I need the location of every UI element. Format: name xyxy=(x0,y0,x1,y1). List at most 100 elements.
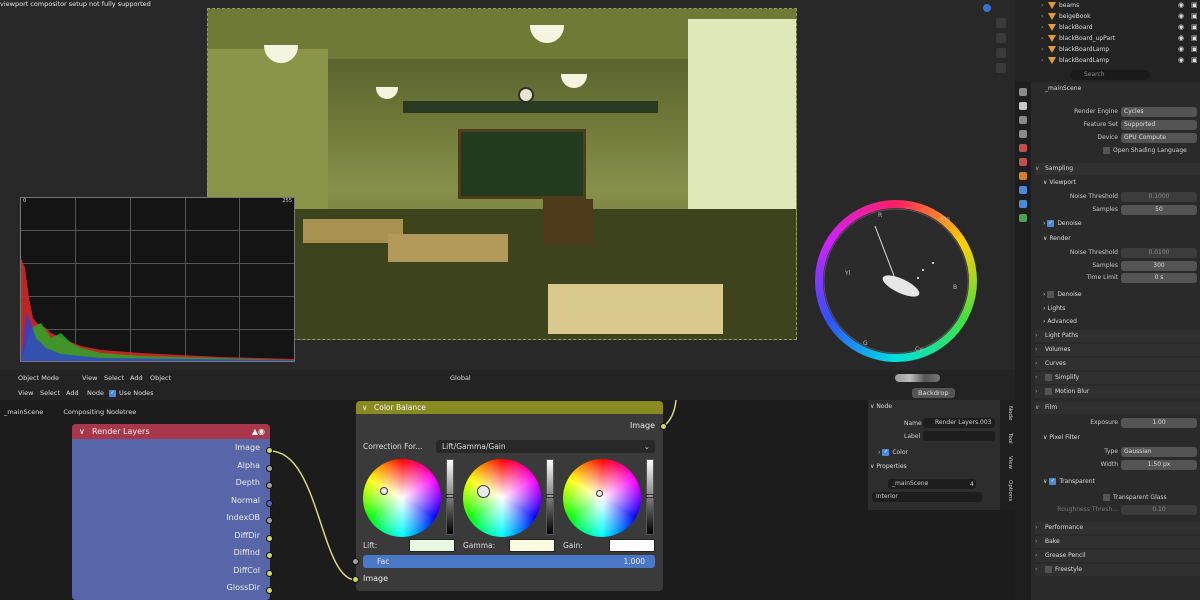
socket-indexob[interactable] xyxy=(266,517,273,524)
list-item[interactable]: › blackBoard ◉ ▣ xyxy=(1015,22,1200,33)
viewport-samples-field[interactable]: 50 xyxy=(1121,205,1197,215)
panel-volumes[interactable]: › Volumes xyxy=(1035,344,1200,356)
view-layer-tab-icon[interactable] xyxy=(1019,130,1027,138)
viewport-noise-threshold-field[interactable]: 0.1000 xyxy=(1121,192,1197,202)
shading-mode-icons[interactable] xyxy=(895,374,940,382)
render-tab-icon[interactable] xyxy=(1019,102,1027,110)
color-balance-header[interactable]: ∨ Color Balance xyxy=(356,401,663,414)
constraint-tab-icon[interactable] xyxy=(1019,214,1027,222)
socket-cb-fac[interactable] xyxy=(352,558,359,565)
output-tab-icon[interactable] xyxy=(1019,116,1027,124)
render-layers-header[interactable]: ∨ Render Layers ▲◉ xyxy=(72,424,270,439)
tab-tool[interactable]: Tool xyxy=(1002,433,1013,444)
properties-search-input[interactable]: Search xyxy=(1070,70,1150,80)
node-sidebar-panel[interactable]: ∨ Node Name Render Layers.003 Label › ✓ C… xyxy=(868,400,1000,510)
subpanel-advanced[interactable]: › Advanced xyxy=(1043,316,1200,328)
render-noise-threshold-field[interactable]: 0.0100 xyxy=(1121,248,1197,258)
fac-slider[interactable]: Fac 1.000 xyxy=(363,555,655,568)
node-name-field[interactable]: Render Layers.003 xyxy=(923,418,995,428)
socket-glossdir[interactable] xyxy=(266,587,273,594)
transparent-glass-checkbox[interactable]: Transparent Glass xyxy=(1103,492,1167,504)
panel-motion-blur[interactable]: › Motion Blur xyxy=(1035,386,1200,398)
view-menu[interactable]: View xyxy=(82,370,97,386)
transparent-toggle[interactable]: ∨ ✓ Transparent xyxy=(1043,476,1200,488)
gizmo-z-axis[interactable] xyxy=(983,4,991,12)
gamma-swatch[interactable] xyxy=(509,539,555,552)
panel-sampling[interactable]: ∨ Sampling xyxy=(1035,163,1200,175)
socket-diffcol[interactable] xyxy=(266,570,273,577)
scene-tab-icon[interactable] xyxy=(1019,144,1027,152)
socket-normal[interactable] xyxy=(266,500,273,507)
osl-checkbox[interactable]: Open Shading Language xyxy=(1103,145,1187,157)
scene-select[interactable]: _mainScene xyxy=(888,479,976,489)
tab-view[interactable]: View xyxy=(1002,456,1013,469)
tab-options[interactable]: Options xyxy=(1002,480,1013,501)
panel-grease-pencil[interactable]: › Grease Pencil xyxy=(1035,550,1200,562)
view-layer-select[interactable]: Interior xyxy=(872,492,982,502)
modifier-tab-icon[interactable] xyxy=(1019,186,1027,194)
panel-performance[interactable]: › Performance xyxy=(1035,522,1200,534)
exposure-field[interactable]: 1.00 xyxy=(1121,418,1197,428)
tab-node[interactable]: Node xyxy=(1002,406,1013,420)
list-item[interactable]: › blackBoard_upPart ◉ ▣ xyxy=(1015,33,1200,44)
panel-bake[interactable]: › Bake xyxy=(1035,536,1200,548)
feature-set-select[interactable]: Supported xyxy=(1121,120,1197,130)
gain-color-wheel[interactable] xyxy=(563,459,641,537)
backdrop-button[interactable]: Backdrop xyxy=(912,388,955,398)
grid-icon[interactable] xyxy=(996,63,1006,73)
object-menu[interactable]: Object xyxy=(150,370,171,386)
filter-type-select[interactable]: Gaussian xyxy=(1121,447,1197,457)
correction-method-select[interactable]: Lift/Gamma/Gain ⌄ xyxy=(436,440,655,453)
socket-alpha[interactable] xyxy=(266,465,273,472)
lift-swatch[interactable] xyxy=(409,539,455,552)
roughness-threshold-field[interactable]: 0.10 xyxy=(1121,505,1197,515)
panel-simplify[interactable]: › Simplify xyxy=(1035,372,1200,384)
color-balance-node[interactable]: ∨ Color Balance Image Correction For... … xyxy=(356,401,663,591)
list-item[interactable]: › beigeBook ◉ ▣ xyxy=(1015,11,1200,22)
world-tab-icon[interactable] xyxy=(1019,158,1027,166)
camera-icon[interactable] xyxy=(996,48,1006,58)
physics-tab-icon[interactable] xyxy=(1019,200,1027,208)
node-section-header[interactable]: ∨ Node xyxy=(870,403,892,410)
object-mode-select[interactable]: Object Mode xyxy=(18,370,59,386)
transform-orientation-select[interactable]: Global xyxy=(450,370,471,386)
subpanel-viewport[interactable]: ∨ Viewport xyxy=(1043,177,1200,189)
panel-curves[interactable]: › Curves xyxy=(1035,358,1200,370)
properties-editor[interactable]: Search _mainScene Render Engine Cycles Fe… xyxy=(1015,68,1200,600)
subpanel-pixel-filter[interactable]: ∨ Pixel Filter xyxy=(1043,432,1200,444)
render-layers-node[interactable]: ∨ Render Layers ▲◉ Image Alpha Depth Nor… xyxy=(72,424,270,600)
color-toggle[interactable]: › ✓ Color xyxy=(878,449,908,456)
lift-value-slider[interactable] xyxy=(446,459,454,535)
lift-color-wheel[interactable] xyxy=(363,459,441,537)
panel-light-paths[interactable]: › Light Paths xyxy=(1035,330,1200,342)
gamma-color-wheel[interactable] xyxy=(463,459,541,537)
zoom-icon[interactable] xyxy=(996,18,1006,28)
time-limit-field[interactable]: 0 s xyxy=(1121,273,1197,283)
render-engine-select[interactable]: Cycles xyxy=(1121,107,1197,117)
socket-cb-input-image[interactable] xyxy=(352,576,359,583)
tool-tab-icon[interactable] xyxy=(1019,88,1027,96)
render-denoise-toggle[interactable]: › Denoise xyxy=(1043,289,1200,301)
list-item[interactable]: › beams ◉ ▣ xyxy=(1015,0,1200,11)
subpanel-render[interactable]: ∨ Render xyxy=(1043,233,1200,245)
add-menu[interactable]: Add xyxy=(130,370,143,386)
ne-node-menu[interactable]: Node xyxy=(87,386,104,400)
panel-film[interactable]: ∨ Film xyxy=(1035,402,1200,414)
socket-image[interactable] xyxy=(266,447,273,454)
socket-diffdir[interactable] xyxy=(266,535,273,542)
socket-cb-output-image[interactable] xyxy=(660,423,667,430)
subpanel-lights[interactable]: › Lights xyxy=(1043,303,1200,315)
ne-add-menu[interactable]: Add xyxy=(66,386,79,400)
node-label-field[interactable] xyxy=(923,431,995,441)
outliner[interactable]: › beams ◉ ▣ › beigeBook ◉ ▣ › blackBoard ◉ ▣ › bla… xyxy=(1015,0,1200,68)
ne-select-menu[interactable]: Select xyxy=(40,386,60,400)
viewport-denoise-toggle[interactable]: › ✓ Denoise xyxy=(1043,218,1200,230)
gamma-value-slider[interactable] xyxy=(546,459,554,535)
pan-hand-icon[interactable] xyxy=(996,33,1006,43)
list-item[interactable]: › blackBoardLamp ◉ ▣ xyxy=(1015,44,1200,55)
gain-swatch[interactable] xyxy=(609,539,655,552)
gain-value-slider[interactable] xyxy=(646,459,654,535)
select-menu[interactable]: Select xyxy=(104,370,124,386)
socket-diffind[interactable] xyxy=(266,552,273,559)
list-item[interactable]: › blackBoardLamp ◉ ▣ xyxy=(1015,55,1200,66)
